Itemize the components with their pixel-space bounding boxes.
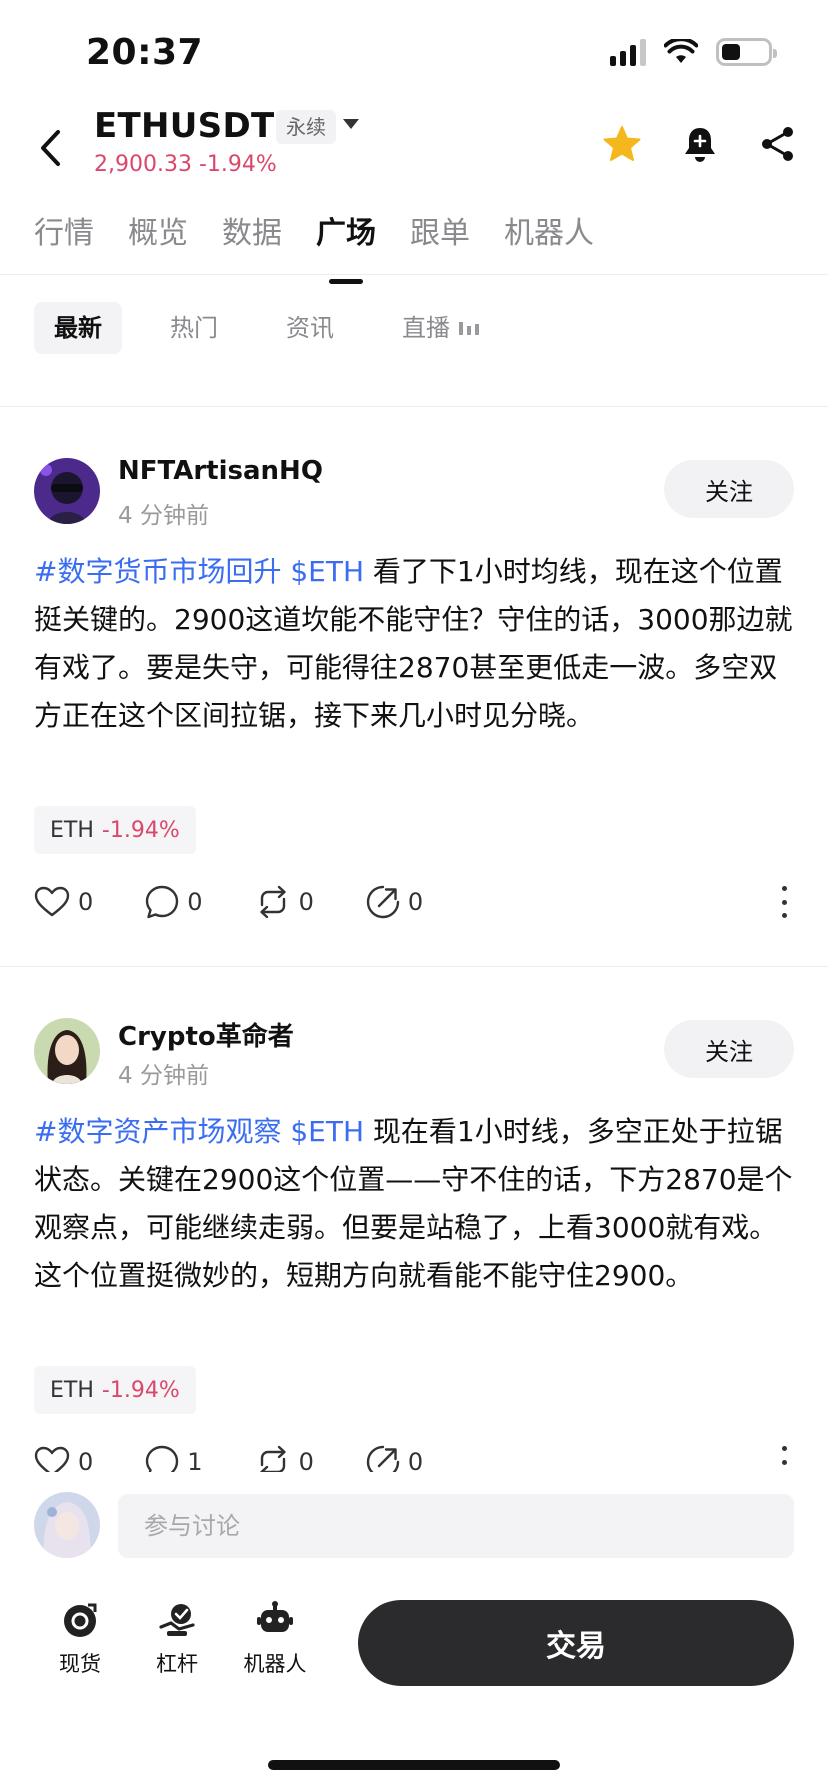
- coin-symbol: ETH: [50, 817, 94, 843]
- nav-bots-label: 机器人: [243, 1652, 307, 1676]
- coin-change: -1.94%: [101, 1377, 180, 1403]
- avatar[interactable]: [34, 458, 100, 524]
- spot-coin-icon: [64, 1603, 97, 1637]
- share-count: 0: [407, 888, 424, 916]
- nav-bots[interactable]: 机器人: [235, 1600, 315, 1678]
- heart-icon: [34, 886, 70, 917]
- repost-button[interactable]: 0: [255, 885, 314, 919]
- comment-count: 0: [187, 888, 203, 916]
- nav-spot-label: 现货: [59, 1652, 101, 1676]
- robot-icon: [257, 1601, 293, 1632]
- tab-data[interactable]: 数据: [222, 208, 282, 268]
- header-actions: [602, 124, 798, 164]
- repost-count: 0: [298, 1448, 314, 1472]
- tab-square[interactable]: 广场: [316, 208, 376, 268]
- repost-count: 0: [298, 888, 314, 916]
- share-count: 0: [407, 1448, 424, 1472]
- subtab-news[interactable]: 资讯: [266, 302, 354, 354]
- comment-button[interactable]: 1: [145, 1445, 203, 1472]
- wifi-icon: [664, 39, 698, 63]
- bottom-nav: 现货 杠杆 机器人 交易: [0, 1580, 828, 1792]
- username[interactable]: Crypto革命者: [118, 1016, 294, 1053]
- coin-chip[interactable]: ETH -1.94%: [34, 1366, 196, 1414]
- home-indicator: [268, 1760, 560, 1770]
- more-vertical-icon[interactable]: [774, 880, 794, 924]
- pair-header: ETHUSDT 永续 2,900.33 -1.94%: [0, 104, 828, 192]
- trade-button[interactable]: 交易: [358, 1600, 794, 1686]
- tab-bots[interactable]: 机器人: [504, 208, 594, 268]
- like-button[interactable]: 0: [34, 886, 93, 918]
- main-tabs: 行情 概览 数据 广场 跟单 机器人: [34, 208, 594, 268]
- bell-add-icon[interactable]: [680, 124, 720, 164]
- like-count: 0: [78, 1448, 94, 1472]
- like-count: 0: [78, 888, 94, 916]
- username[interactable]: NFTArtisanHQ: [118, 456, 323, 486]
- battery-icon: [716, 38, 777, 66]
- follow-button[interactable]: 关注: [664, 1020, 794, 1078]
- hashtag-link[interactable]: #数字资产市场观察 $ETH: [34, 1115, 364, 1148]
- nav-margin-label: 杠杆: [156, 1652, 198, 1676]
- live-bars-icon: [459, 322, 479, 335]
- post-body: #数字货币市场回升 $ETH 看了下1小时均线，现在这个位置挺关键的。2900这…: [34, 548, 794, 740]
- status-time: 20:37: [86, 32, 204, 73]
- market-square-screen: 20:37 ETHUSDT 永续 2,900.33 -1.94% 行情 概览 数…: [0, 0, 828, 1792]
- comment-bubble-icon: [146, 1445, 179, 1472]
- status-bar: 20:37: [0, 0, 828, 104]
- share-icon[interactable]: [758, 124, 798, 164]
- comment-bar: [0, 1472, 828, 1578]
- subtab-news-label: 资讯: [286, 314, 334, 342]
- post-time: 4 分钟前: [118, 503, 209, 529]
- post-time: 4 分钟前: [118, 1063, 209, 1089]
- share-post-button[interactable]: 0: [366, 885, 423, 919]
- subtab-hot[interactable]: 热门: [150, 302, 238, 354]
- star-icon[interactable]: [602, 124, 642, 164]
- tab-quotes[interactable]: 行情: [34, 208, 94, 268]
- margin-icon: [159, 1604, 195, 1636]
- feed-post: NFTArtisanHQ 4 分钟前 关注 #数字货币市场回升 $ETH 看了下…: [0, 406, 828, 966]
- repost-button[interactable]: 0: [255, 1445, 314, 1472]
- share-post-button[interactable]: 0: [366, 1445, 423, 1472]
- nav-margin[interactable]: 杠杆: [137, 1600, 217, 1678]
- share-arrow-icon: [366, 885, 400, 919]
- heart-icon: [34, 1446, 70, 1472]
- like-button[interactable]: 0: [34, 1446, 93, 1472]
- subtab-live-label: 直播: [402, 314, 450, 342]
- subtab-latest-label: 最新: [54, 314, 102, 342]
- comment-input[interactable]: [118, 1494, 794, 1558]
- coin-chip[interactable]: ETH -1.94%: [34, 806, 196, 854]
- subtab-hot-label: 热门: [170, 314, 218, 342]
- my-avatar[interactable]: [34, 1492, 100, 1558]
- subtab-latest[interactable]: 最新: [34, 302, 122, 354]
- tab-copy-trading[interactable]: 跟单: [410, 208, 470, 268]
- post-actions: 0 0 0 0: [34, 880, 794, 924]
- price-change: 2,900.33 -1.94%: [94, 152, 277, 177]
- pair-title[interactable]: ETHUSDT: [94, 106, 274, 146]
- repost-icon: [259, 885, 286, 919]
- tabs-divider: [0, 274, 828, 275]
- cellular-signal-icon: [610, 38, 646, 66]
- comment-bubble-icon: [146, 885, 179, 919]
- caret-down-icon[interactable]: [342, 116, 360, 135]
- post-body: #数字资产市场观察 $ETH 现在看1小时线，多空正处于拉锯状态。关键在2900…: [34, 1108, 794, 1300]
- feed-post: Crypto革命者 4 分钟前 关注 #数字资产市场观察 $ETH 现在看1小时…: [0, 966, 828, 1472]
- coin-change: -1.94%: [101, 817, 180, 843]
- status-icons: [610, 38, 777, 66]
- nav-spot[interactable]: 现货: [40, 1600, 120, 1678]
- back-chevron-icon[interactable]: [30, 124, 70, 172]
- subtab-live[interactable]: 直播: [382, 302, 500, 354]
- post-actions: 0 1 0 0: [34, 1440, 794, 1472]
- comment-button[interactable]: 0: [145, 885, 203, 919]
- follow-button[interactable]: 关注: [664, 460, 794, 518]
- repost-icon: [259, 1445, 286, 1472]
- contract-type-badge: 永续: [276, 110, 336, 144]
- avatar[interactable]: [34, 1018, 100, 1084]
- tab-overview[interactable]: 概览: [128, 208, 188, 268]
- coin-symbol: ETH: [50, 1377, 94, 1403]
- share-arrow-icon: [366, 1445, 400, 1472]
- feed-filter-tabs: 最新 热门 资讯 直播: [34, 302, 500, 354]
- comment-count: 1: [187, 1448, 203, 1472]
- hashtag-link[interactable]: #数字货币市场回升 $ETH: [34, 555, 364, 588]
- more-vertical-icon[interactable]: [774, 1440, 794, 1472]
